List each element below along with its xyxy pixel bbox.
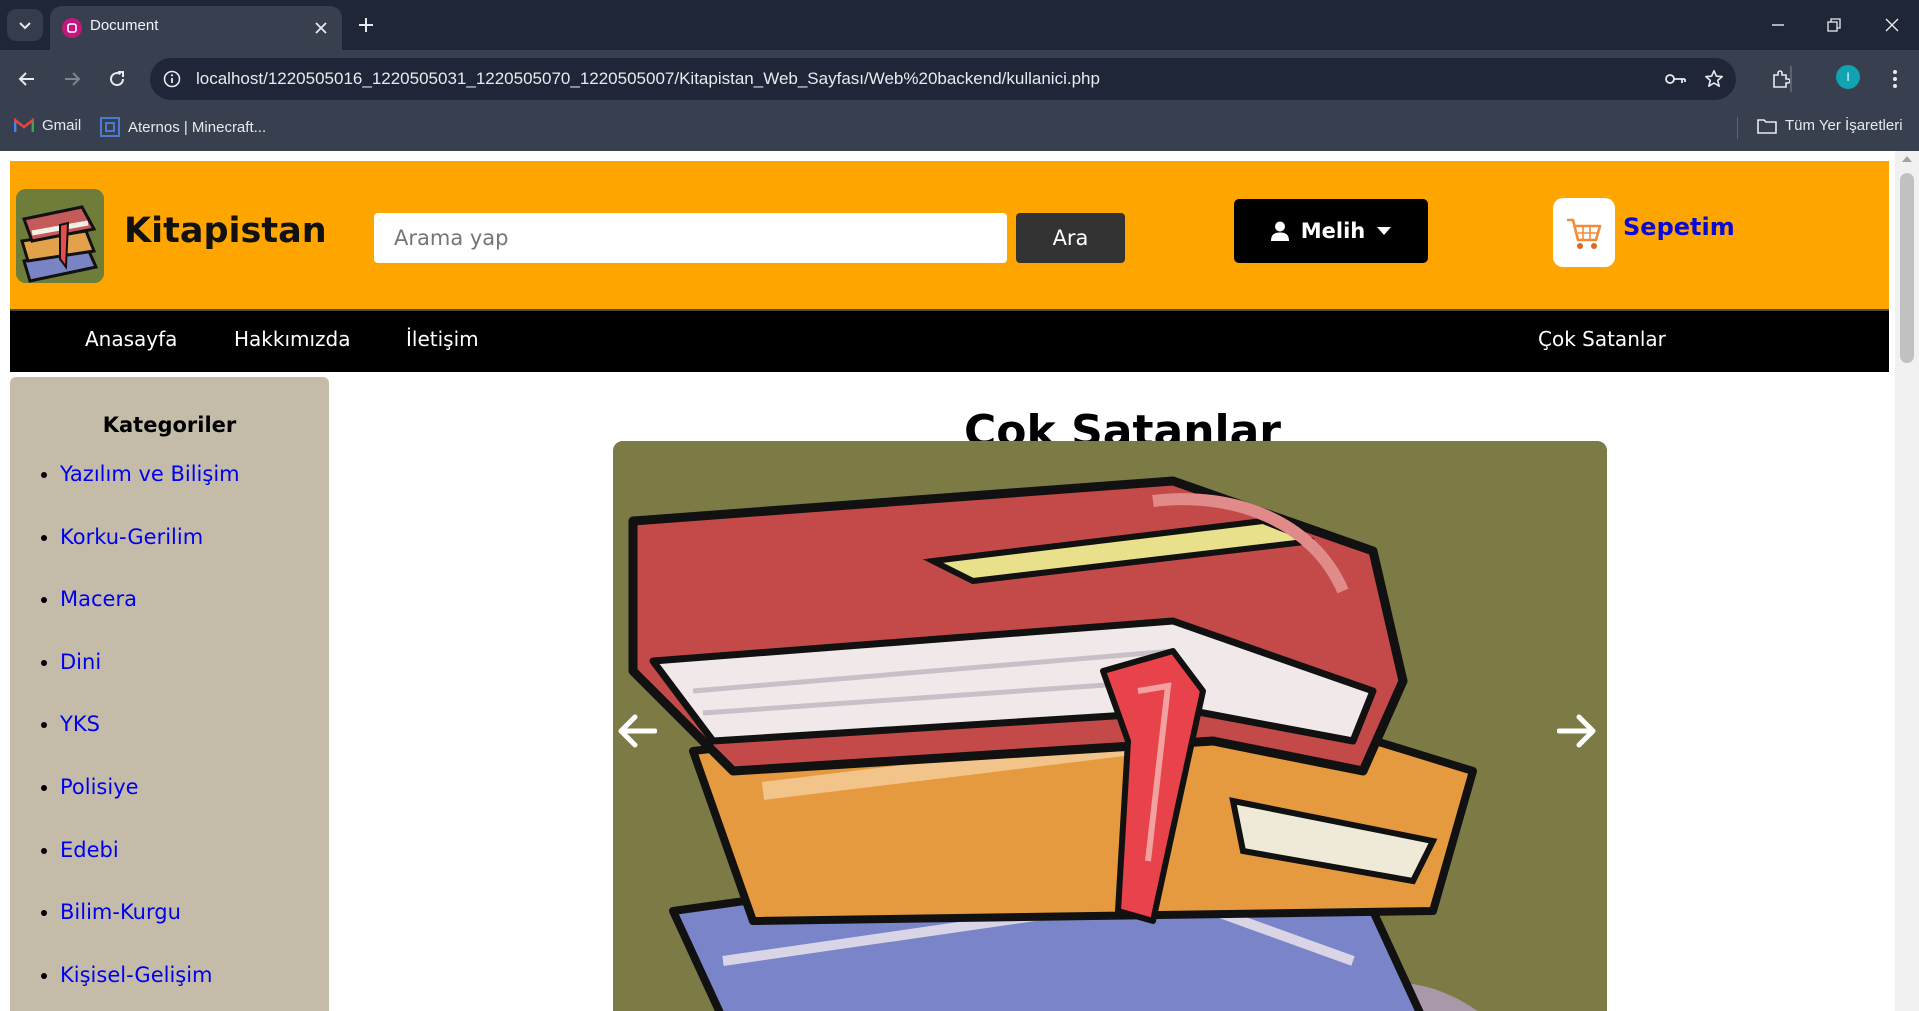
slider-prev-button[interactable] <box>615 709 659 753</box>
bookmark-aternos[interactable]: Aternos | Minecraft... <box>100 117 266 137</box>
browser-tab-strip: Document <box>0 0 1919 50</box>
nav-link-hakkimizda[interactable]: Hakkımızda <box>234 327 351 351</box>
category-sidebar: Kategoriler Yazılım ve Bilişim Korku-Ger… <box>10 377 329 1011</box>
reload-button[interactable] <box>100 62 134 96</box>
browser-menu-button[interactable] <box>1878 62 1912 96</box>
chevron-down-icon <box>19 22 31 30</box>
aternos-icon <box>100 117 120 137</box>
browser-toolbar: localhost/1220505016_1220505031_12205050… <box>0 50 1919 107</box>
list-item: Korku-Gerilim <box>60 525 240 588</box>
site-header: Kitapistan Ara Melih Sepetim <box>10 161 1889 309</box>
kebab-menu-icon <box>1893 70 1897 88</box>
all-bookmarks-folder[interactable]: Tüm Yer İşaretleri <box>1757 117 1903 134</box>
folder-icon <box>1757 118 1777 134</box>
close-icon <box>1885 18 1899 32</box>
profile-avatar[interactable]: I <box>1836 65 1860 89</box>
shopping-cart-icon[interactable] <box>1553 198 1615 267</box>
search-button[interactable]: Ara <box>1016 213 1125 263</box>
back-button[interactable] <box>10 62 44 96</box>
list-item: Bilim-Kurgu <box>60 900 240 963</box>
user-menu-button[interactable]: Melih <box>1234 199 1428 263</box>
site-name: Kitapistan <box>124 211 327 251</box>
extensions-button[interactable] <box>1764 62 1798 96</box>
reload-icon <box>110 71 125 87</box>
category-link-kisisel-gelisim[interactable]: Kişisel-Gelişim <box>60 963 213 987</box>
browser-tab-active[interactable]: Document <box>50 6 342 50</box>
forward-button[interactable] <box>55 62 89 96</box>
category-link-edebi[interactable]: Edebi <box>60 838 119 862</box>
plus-icon <box>359 18 373 32</box>
sidebar-title: Kategoriler <box>102 413 237 437</box>
scroll-up-arrow-icon[interactable] <box>1902 156 1912 162</box>
tab-title: Document <box>90 17 159 34</box>
tab-search-button[interactable] <box>7 9 43 41</box>
page-scrollbar[interactable] <box>1895 151 1919 1011</box>
bookmark-gmail[interactable]: Gmail <box>14 117 81 134</box>
page-viewport: Kitapistan Ara Melih Sepetim Anasayfa Ha… <box>0 151 1919 1011</box>
bookmark-label: Aternos | Minecraft... <box>128 118 267 136</box>
site-info-icon[interactable] <box>160 67 184 91</box>
restore-window-button[interactable] <box>1814 8 1854 42</box>
cart-link[interactable]: Sepetim <box>1623 213 1735 241</box>
minimize-window-button[interactable] <box>1758 8 1798 42</box>
site-logo[interactable] <box>16 189 104 283</box>
bookmarks-bar: Gmail Aternos | Minecraft... Tüm Yer İşa… <box>0 107 1919 151</box>
url-text[interactable]: localhost/1220505016_1220505031_12205050… <box>196 69 1100 89</box>
book-stack-illustration <box>613 441 1607 1011</box>
list-item: Yazılım ve Bilişim <box>60 462 240 525</box>
list-item: Macera <box>60 587 240 650</box>
bestseller-slider <box>613 441 1607 1011</box>
category-link-yks[interactable]: YKS <box>60 712 100 736</box>
puzzle-icon <box>1773 70 1791 88</box>
list-item: Kişisel-Gelişim <box>60 963 240 1011</box>
category-link-macera[interactable]: Macera <box>60 587 137 611</box>
bookmarks-separator <box>1737 117 1738 139</box>
close-window-button[interactable] <box>1872 8 1912 42</box>
minimize-icon <box>1772 24 1784 26</box>
user-icon <box>1270 221 1289 241</box>
arrow-right-icon <box>1557 714 1596 748</box>
restore-icon <box>1827 18 1841 32</box>
category-list: Yazılım ve Bilişim Korku-Gerilim Macera … <box>10 462 240 1011</box>
nav-link-cok-satanlar[interactable]: Çok Satanlar <box>1538 327 1666 351</box>
address-bar[interactable]: localhost/1220505016_1220505031_12205050… <box>150 58 1736 100</box>
toolbar-separator <box>1790 66 1792 92</box>
arrow-left-icon <box>618 714 657 748</box>
category-link-korku[interactable]: Korku-Gerilim <box>60 525 203 549</box>
user-name: Melih <box>1300 219 1366 243</box>
list-item: YKS <box>60 712 240 775</box>
arrow-right-icon <box>65 72 81 86</box>
list-item: Edebi <box>60 838 240 901</box>
gmail-icon <box>14 118 34 132</box>
search-input[interactable] <box>374 213 1007 263</box>
nav-link-anasayfa[interactable]: Anasayfa <box>85 327 177 351</box>
bookmark-star-icon[interactable] <box>1702 67 1726 91</box>
list-item: Polisiye <box>60 775 240 838</box>
list-item: Dini <box>60 650 240 713</box>
slider-next-button[interactable] <box>1555 709 1599 753</box>
scrollbar-thumb[interactable] <box>1900 173 1914 363</box>
category-link-polisiye[interactable]: Polisiye <box>60 775 139 799</box>
bookmark-label: Gmail <box>42 117 82 134</box>
all-bookmarks-label: Tüm Yer İşaretleri <box>1785 117 1903 134</box>
nav-link-iletisim[interactable]: İletişim <box>406 327 479 351</box>
arrow-left-icon <box>18 72 34 86</box>
category-link-yazilim[interactable]: Yazılım ve Bilişim <box>60 462 240 486</box>
main-navigation: Anasayfa Hakkımızda İletişim Çok Satanla… <box>10 309 1889 372</box>
caret-down-icon <box>1377 226 1392 235</box>
password-key-icon[interactable] <box>1664 67 1688 91</box>
category-link-bilim-kurgu[interactable]: Bilim-Kurgu <box>60 900 181 924</box>
new-tab-button[interactable] <box>352 11 380 39</box>
category-link-dini[interactable]: Dini <box>60 650 101 674</box>
close-tab-icon[interactable] <box>310 17 332 39</box>
favicon-icon <box>62 18 82 38</box>
